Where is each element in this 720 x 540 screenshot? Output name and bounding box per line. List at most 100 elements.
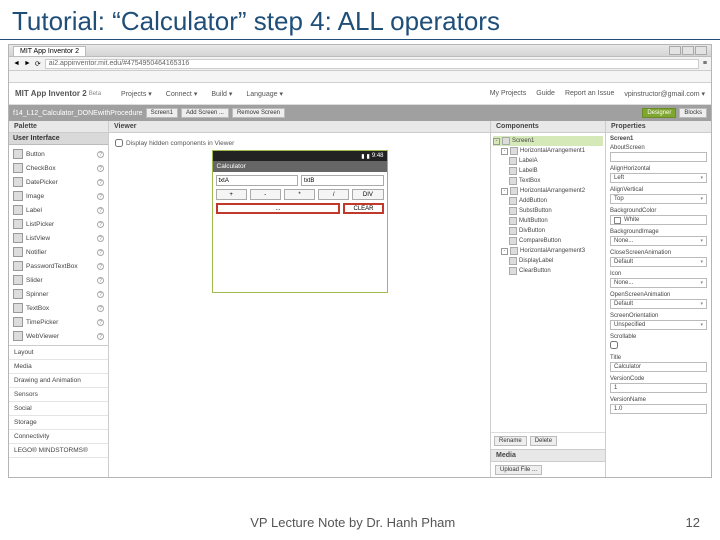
- palette-category[interactable]: Connectivity: [9, 430, 108, 444]
- tree-item[interactable]: ClearButton: [493, 266, 603, 276]
- info-icon[interactable]: ?: [97, 165, 104, 172]
- property-field[interactable]: Calculator: [610, 362, 707, 372]
- property-field[interactable]: Left▾: [610, 173, 707, 183]
- palette-item-listview[interactable]: ListView?: [9, 231, 108, 245]
- op-mul-button[interactable]: *: [284, 189, 315, 200]
- info-icon[interactable]: ?: [97, 291, 104, 298]
- back-icon[interactable]: ◄: [13, 60, 20, 67]
- palette-category[interactable]: Drawing and Animation: [9, 374, 108, 388]
- property-field[interactable]: [610, 152, 707, 162]
- info-icon[interactable]: ?: [97, 179, 104, 186]
- property-field[interactable]: Default▾: [610, 299, 707, 309]
- palette-item-datepicker[interactable]: DatePicker?: [9, 175, 108, 189]
- tree-item[interactable]: TextBox: [493, 176, 603, 186]
- info-icon[interactable]: ?: [97, 305, 104, 312]
- palette-item-button[interactable]: Button?: [9, 147, 108, 161]
- tree-toggle-icon[interactable]: -: [493, 138, 500, 145]
- info-icon[interactable]: ?: [97, 319, 104, 326]
- palette-category[interactable]: Social: [9, 402, 108, 416]
- menu-build[interactable]: Build ▾: [211, 90, 232, 98]
- clear-button[interactable]: CLEAR: [343, 203, 383, 214]
- tree-toggle-icon[interactable]: -: [501, 188, 508, 195]
- screen-dropdown[interactable]: Screen1: [146, 108, 178, 118]
- info-icon[interactable]: ?: [97, 277, 104, 284]
- property-checkbox[interactable]: [610, 341, 618, 349]
- palette-item-listpicker[interactable]: ListPicker?: [9, 217, 108, 231]
- menu-icon[interactable]: ≡: [703, 60, 707, 67]
- designer-button[interactable]: Designer: [642, 108, 676, 118]
- property-field[interactable]: Unspecified▾: [610, 320, 707, 330]
- tree-toggle-icon[interactable]: -: [501, 148, 508, 155]
- info-icon[interactable]: ?: [97, 263, 104, 270]
- add-screen-button[interactable]: Add Screen ...: [181, 108, 229, 118]
- info-icon[interactable]: ?: [97, 193, 104, 200]
- txt-a-field[interactable]: txtA: [216, 175, 299, 186]
- link-report[interactable]: Report an Issue: [565, 90, 614, 98]
- property-field[interactable]: Default▾: [610, 257, 707, 267]
- tree-item[interactable]: LabelB: [493, 166, 603, 176]
- info-icon[interactable]: ?: [97, 207, 104, 214]
- minimize-button[interactable]: [669, 46, 681, 55]
- link-guide[interactable]: Guide: [536, 90, 555, 98]
- property-field[interactable]: White: [610, 215, 707, 225]
- menu-connect[interactable]: Connect ▾: [166, 90, 198, 98]
- tree-item[interactable]: -HorizontalArrangement2: [493, 186, 603, 196]
- tree-item[interactable]: -Screen1: [493, 136, 603, 146]
- palette-item-timepicker[interactable]: TimePicker?: [9, 315, 108, 329]
- palette-category[interactable]: Media: [9, 360, 108, 374]
- hidden-checkbox-input[interactable]: [115, 139, 123, 147]
- palette-item-image[interactable]: Image?: [9, 189, 108, 203]
- blocks-button[interactable]: Blocks: [679, 108, 707, 118]
- palette-item-spinner[interactable]: Spinner?: [9, 287, 108, 301]
- palette-item-passwordtextbox[interactable]: PasswordTextBox?: [9, 259, 108, 273]
- delete-button[interactable]: Delete: [530, 436, 557, 446]
- upload-file-button[interactable]: Upload File ...: [495, 465, 542, 475]
- property-field[interactable]: None...▾: [610, 236, 707, 246]
- tree-item[interactable]: SubstButton: [493, 206, 603, 216]
- palette-item-notifier[interactable]: Notifier?: [9, 245, 108, 259]
- tree-item[interactable]: LabelA: [493, 156, 603, 166]
- palette-item-webviewer[interactable]: WebViewer?: [9, 329, 108, 343]
- palette-item-label[interactable]: Label?: [9, 203, 108, 217]
- tree-item[interactable]: DivButton: [493, 226, 603, 236]
- close-button[interactable]: [695, 46, 707, 55]
- op-intdiv-button[interactable]: DIV: [352, 189, 383, 200]
- reload-icon[interactable]: ⟳: [35, 60, 41, 68]
- palette-ui-section[interactable]: User Interface: [9, 133, 108, 145]
- tree-item[interactable]: DisplayLabel: [493, 256, 603, 266]
- menu-language[interactable]: Language ▾: [246, 90, 283, 98]
- palette-category[interactable]: LEGO® MINDSTORMS®: [9, 444, 108, 458]
- forward-icon[interactable]: ►: [24, 60, 31, 67]
- palette-category[interactable]: Layout: [9, 346, 108, 360]
- browser-tab[interactable]: MIT App Inventor 2: [13, 46, 86, 56]
- palette-item-checkbox[interactable]: CheckBox?: [9, 161, 108, 175]
- tree-item[interactable]: AddButton: [493, 196, 603, 206]
- info-icon[interactable]: ?: [97, 235, 104, 242]
- tree-toggle-icon[interactable]: -: [501, 248, 508, 255]
- tree-item[interactable]: CompareButton: [493, 236, 603, 246]
- info-icon[interactable]: ?: [97, 333, 104, 340]
- rename-button[interactable]: Rename: [494, 436, 527, 446]
- op-sub-button[interactable]: -: [250, 189, 281, 200]
- property-field[interactable]: Top▾: [610, 194, 707, 204]
- info-icon[interactable]: ?: [97, 151, 104, 158]
- palette-category[interactable]: Storage: [9, 416, 108, 430]
- property-field[interactable]: None...▾: [610, 278, 707, 288]
- palette-category[interactable]: Sensors: [9, 388, 108, 402]
- url-input[interactable]: ai2.appinventor.mit.edu/#475495046416531…: [45, 59, 699, 69]
- property-field[interactable]: 1: [610, 383, 707, 393]
- property-field[interactable]: 1.0: [610, 404, 707, 414]
- hidden-components-checkbox[interactable]: Display hidden components in Viewer: [115, 139, 484, 147]
- op-div-button[interactable]: /: [318, 189, 349, 200]
- palette-item-textbox[interactable]: TextBox?: [9, 301, 108, 315]
- link-account[interactable]: vpinstructor@gmail.com ▾: [624, 90, 705, 98]
- txt-b-field[interactable]: txtB: [301, 175, 384, 186]
- palette-item-slider[interactable]: Slider?: [9, 273, 108, 287]
- tree-item[interactable]: -HorizontalArrangement1: [493, 146, 603, 156]
- maximize-button[interactable]: [682, 46, 694, 55]
- op-add-button[interactable]: +: [216, 189, 247, 200]
- tree-item[interactable]: -HorizontalArrangement3: [493, 246, 603, 256]
- link-myprojects[interactable]: My Projects: [490, 90, 527, 98]
- menu-projects[interactable]: Projects ▾: [121, 90, 152, 98]
- tree-item[interactable]: MultButton: [493, 216, 603, 226]
